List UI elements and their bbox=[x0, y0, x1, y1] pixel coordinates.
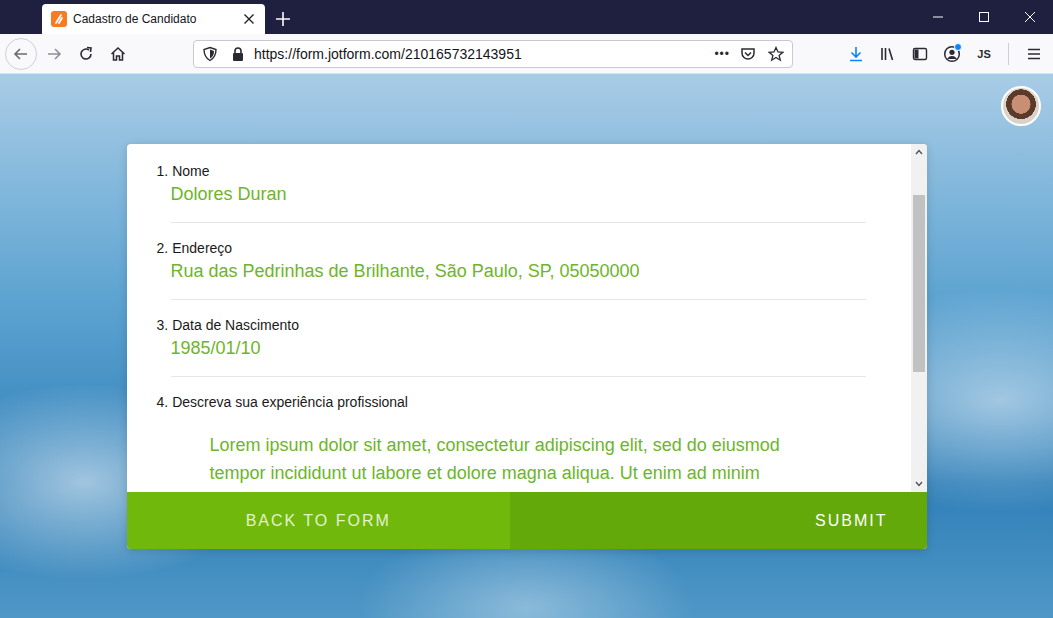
reload-button[interactable] bbox=[70, 38, 102, 70]
submit-button[interactable]: SUBMIT bbox=[510, 492, 927, 549]
pocket-icon bbox=[740, 46, 756, 62]
review-field: 3.Data de Nascimento1985/01/10 bbox=[171, 300, 866, 377]
review-list: 1.NomeDolores Duran2.EndereçoRua das Ped… bbox=[127, 144, 911, 492]
site-info-button[interactable] bbox=[224, 42, 252, 66]
maximize-button[interactable] bbox=[961, 0, 1007, 34]
tab-title: Cadastro de Candidato bbox=[73, 12, 243, 26]
bookmark-button[interactable] bbox=[762, 42, 790, 66]
menu-button[interactable] bbox=[1018, 38, 1050, 70]
hamburger-icon bbox=[1026, 46, 1042, 62]
url-text[interactable]: https://form.jotform.com/210165732143951 bbox=[252, 46, 710, 62]
back-button[interactable] bbox=[5, 38, 37, 70]
account-button[interactable] bbox=[936, 38, 968, 70]
review-field: 4.Descreva sua experiência profissionalL… bbox=[171, 377, 866, 487]
field-value: Lorem ipsum dolor sit amet, consectetur … bbox=[171, 431, 800, 487]
forward-arrow-icon bbox=[46, 46, 62, 62]
scroll-down-button[interactable] bbox=[911, 476, 927, 492]
toolbar-separator bbox=[1008, 43, 1009, 65]
field-number: 2. bbox=[157, 240, 169, 256]
reload-icon bbox=[78, 46, 94, 62]
nav-toolbar: https://form.jotform.com/210165732143951… bbox=[0, 34, 1053, 74]
lock-icon bbox=[230, 46, 246, 62]
profile-initials: JS bbox=[977, 48, 990, 60]
download-icon bbox=[848, 46, 864, 62]
library-icon bbox=[880, 46, 896, 62]
review-card: 1.NomeDolores Duran2.EndereçoRua das Ped… bbox=[127, 144, 927, 549]
user-avatar[interactable] bbox=[1001, 86, 1041, 126]
field-value: Rua das Pedrinhas de Brilhante, São Paul… bbox=[171, 260, 866, 282]
page-actions-menu[interactable]: ••• bbox=[710, 47, 734, 61]
form-actions: BACK TO FORMSUBMIT bbox=[127, 492, 927, 549]
home-icon bbox=[110, 46, 126, 62]
star-icon bbox=[768, 46, 784, 62]
review-field: 1.NomeDolores Duran bbox=[171, 146, 866, 223]
tab-bar: Cadastro de Candidato bbox=[0, 0, 1053, 34]
review-field: 2.EndereçoRua das Pedrinhas de Brilhante… bbox=[171, 223, 866, 300]
up-arrow-icon bbox=[915, 149, 923, 155]
maximize-icon bbox=[978, 11, 990, 23]
downloads-button[interactable] bbox=[840, 38, 872, 70]
page-background: 1.NomeDolores Duran2.EndereçoRua das Ped… bbox=[0, 74, 1053, 618]
home-button[interactable] bbox=[102, 38, 134, 70]
field-label: Descreva sua experiência profissional bbox=[172, 394, 408, 410]
profile-button[interactable]: JS bbox=[968, 38, 1000, 70]
browser-window: Cadastro de Candidato https://form.jotfor… bbox=[0, 0, 1053, 618]
field-number: 1. bbox=[157, 163, 169, 179]
field-number: 3. bbox=[157, 317, 169, 333]
down-arrow-icon bbox=[915, 481, 923, 487]
address-bar[interactable]: https://form.jotform.com/210165732143951… bbox=[193, 40, 793, 68]
minimize-icon bbox=[932, 11, 944, 23]
new-tab-icon[interactable] bbox=[275, 11, 291, 27]
close-icon bbox=[1024, 11, 1036, 23]
pocket-button[interactable] bbox=[734, 42, 762, 66]
sidebar-icon bbox=[912, 46, 928, 62]
tracking-protection-button[interactable] bbox=[196, 42, 224, 66]
field-number: 4. bbox=[157, 394, 169, 410]
field-label: Data de Nascimento bbox=[172, 317, 299, 333]
browser-tab[interactable]: Cadastro de Candidato bbox=[42, 4, 265, 34]
notification-badge bbox=[954, 43, 962, 51]
close-tab-icon[interactable] bbox=[243, 13, 255, 25]
field-value: Dolores Duran bbox=[171, 183, 866, 205]
field-label: Endereço bbox=[172, 240, 232, 256]
close-window-button[interactable] bbox=[1007, 0, 1053, 34]
minimize-button[interactable] bbox=[915, 0, 961, 34]
scroll-up-button[interactable] bbox=[911, 144, 927, 160]
forward-button[interactable] bbox=[38, 38, 70, 70]
scrollbar[interactable] bbox=[911, 144, 927, 492]
jotform-icon bbox=[51, 11, 67, 27]
field-label: Nome bbox=[172, 163, 209, 179]
back-arrow-icon bbox=[13, 46, 29, 62]
shield-icon bbox=[202, 46, 218, 62]
back-button[interactable]: BACK TO FORM bbox=[127, 492, 511, 549]
field-value: 1985/01/10 bbox=[171, 337, 866, 359]
scrollbar-thumb[interactable] bbox=[913, 195, 925, 372]
sidebar-button[interactable] bbox=[904, 38, 936, 70]
library-button[interactable] bbox=[872, 38, 904, 70]
